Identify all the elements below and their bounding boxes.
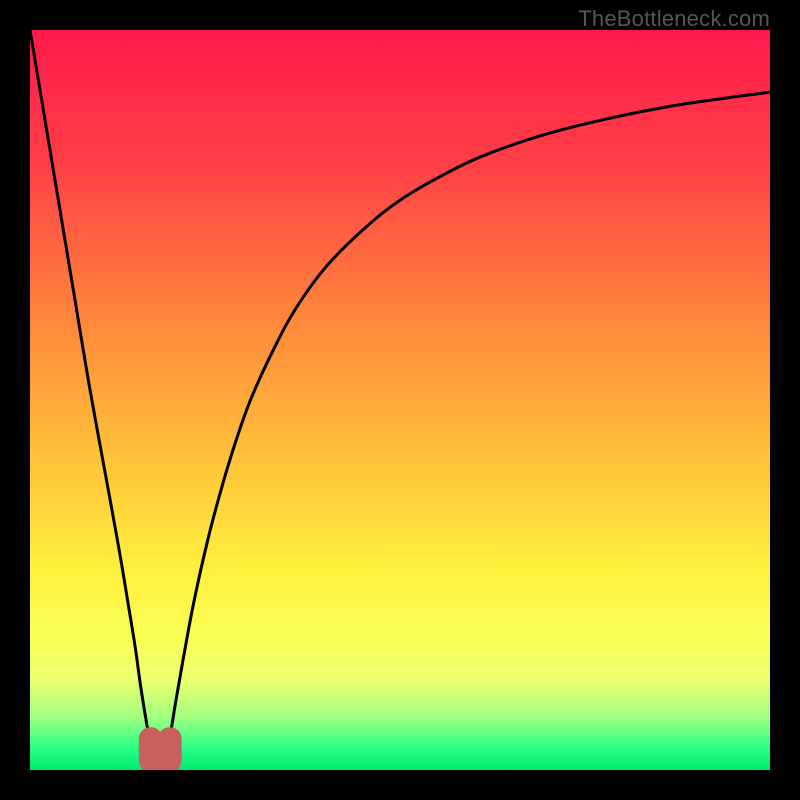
chart-frame: TheBottleneck.com	[0, 0, 800, 800]
bottleneck-minimum-marker	[151, 739, 170, 767]
gradient-background	[30, 30, 770, 770]
chart-svg	[30, 30, 770, 770]
plot-area	[30, 30, 770, 770]
watermark-text: TheBottleneck.com	[578, 6, 770, 32]
